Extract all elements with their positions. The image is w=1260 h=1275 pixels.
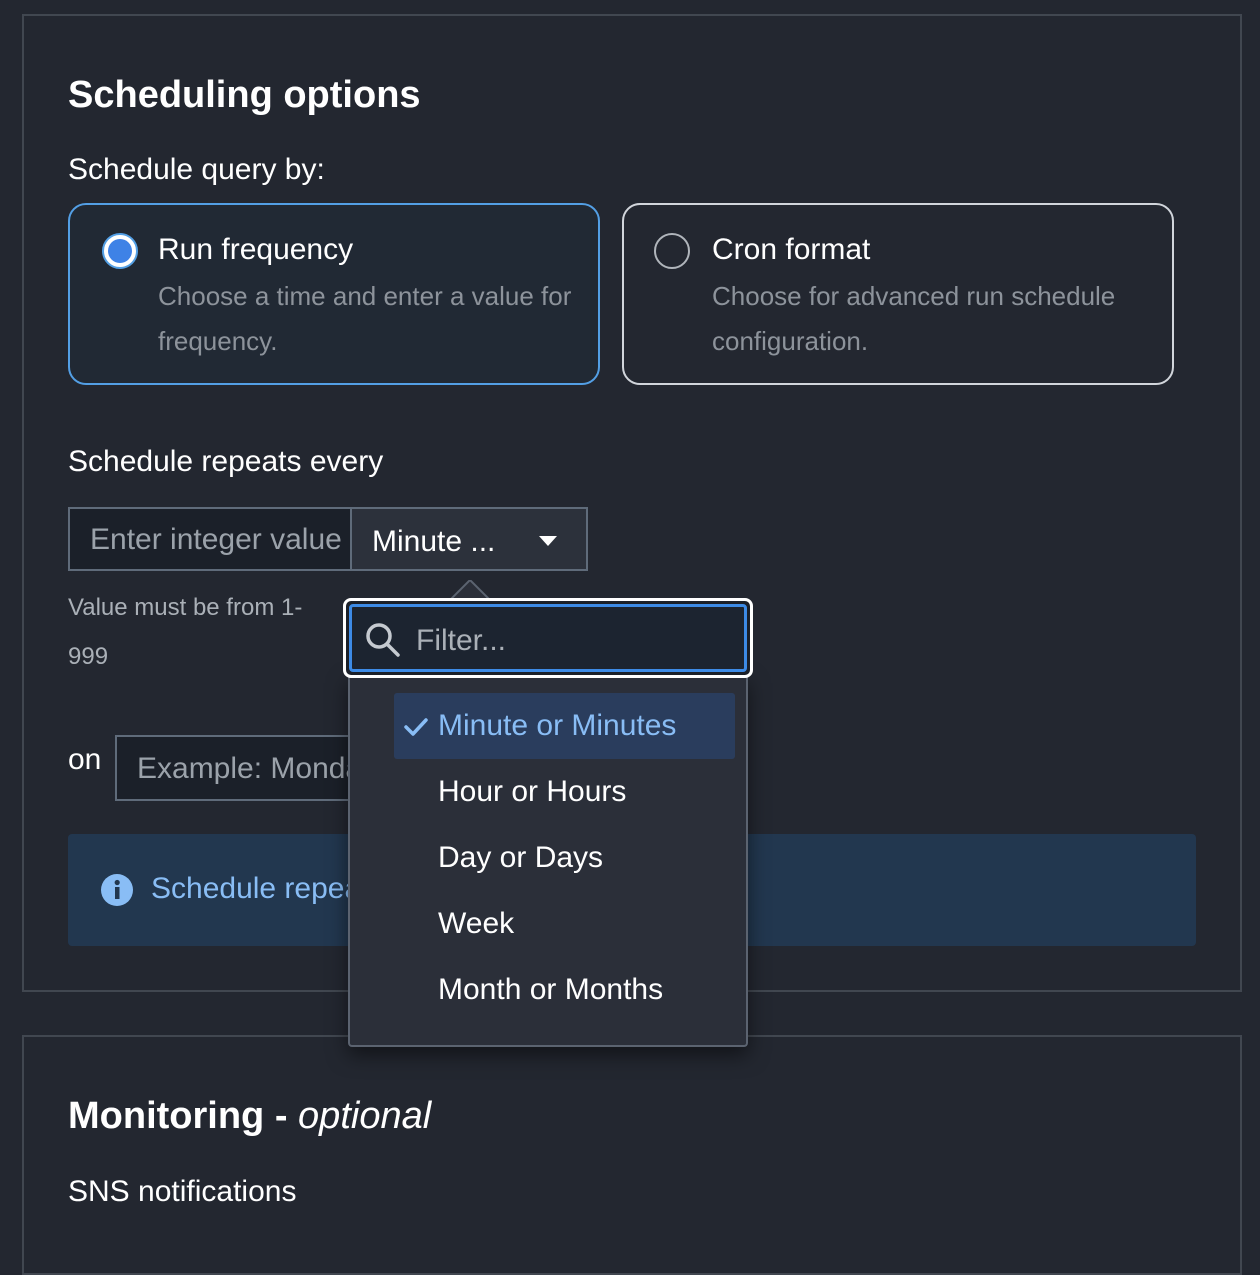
dropdown-option-day[interactable]: Day or Days (394, 825, 735, 891)
dropdown-option-label: Day or Days (438, 841, 604, 874)
dropdown-option-label: Hour or Hours (438, 775, 627, 808)
frequency-unit-value: Minute ... (372, 525, 496, 558)
monitoring-heading-main: Monitoring - (68, 1095, 299, 1137)
frequency-unit-select[interactable]: Minute ... (350, 507, 588, 571)
sns-notifications-label: SNS notifications (68, 1175, 297, 1208)
run-frequency-tile[interactable]: Run frequency Choose a time and enter a … (68, 203, 600, 385)
dropdown-option-label: Minute or Minutes (438, 709, 677, 742)
day-of-week-placeholder: Example: Monday (137, 752, 378, 785)
info-icon (101, 874, 133, 906)
dropdown-option-label: Month or Months (438, 973, 664, 1006)
frequency-value-placeholder: Enter integer value (90, 523, 342, 556)
monitoring-heading-optional: optional (298, 1095, 432, 1137)
dropdown-option-hour[interactable]: Hour or Hours (394, 759, 735, 825)
cron-format-radio[interactable] (654, 233, 690, 269)
check-icon (404, 718, 428, 736)
cron-format-description: Choose for advanced run schedule configu… (712, 281, 1116, 356)
dropdown-option-month[interactable]: Month or Months (394, 957, 735, 1023)
run-frequency-radio[interactable] (102, 233, 138, 269)
dropdown-option-minute[interactable]: Minute or Minutes (394, 693, 735, 759)
cron-format-title: Cron format (712, 233, 871, 266)
cron-format-tile[interactable]: Cron format Choose for advanced run sche… (622, 203, 1174, 385)
dropdown-option-week[interactable]: Week (394, 891, 735, 957)
frequency-hint: Value must be from 1-999 (68, 594, 303, 670)
monitoring-panel (22, 1035, 1242, 1275)
dropdown-filter-wrapper: Filter... (343, 598, 753, 678)
schedule-repeats-label: Schedule repeats every (68, 445, 384, 478)
monitoring-heading: Monitoring - optional (68, 1095, 431, 1138)
schedule-query-by-label: Schedule query by: (68, 153, 325, 186)
dropdown-option-label: Week (438, 907, 515, 940)
on-label: on (68, 743, 102, 776)
search-icon (366, 623, 400, 657)
dropdown-filter-input[interactable]: Filter... (349, 604, 747, 672)
scheduling-options-heading: Scheduling options (68, 74, 421, 116)
dropdown-filter-placeholder: Filter... (416, 624, 507, 657)
run-frequency-title: Run frequency (158, 233, 354, 266)
caret-down-icon (539, 536, 557, 546)
run-frequency-description: Choose a time and enter a value for freq… (158, 281, 572, 356)
frequency-value-input[interactable]: Enter integer value (68, 507, 368, 571)
